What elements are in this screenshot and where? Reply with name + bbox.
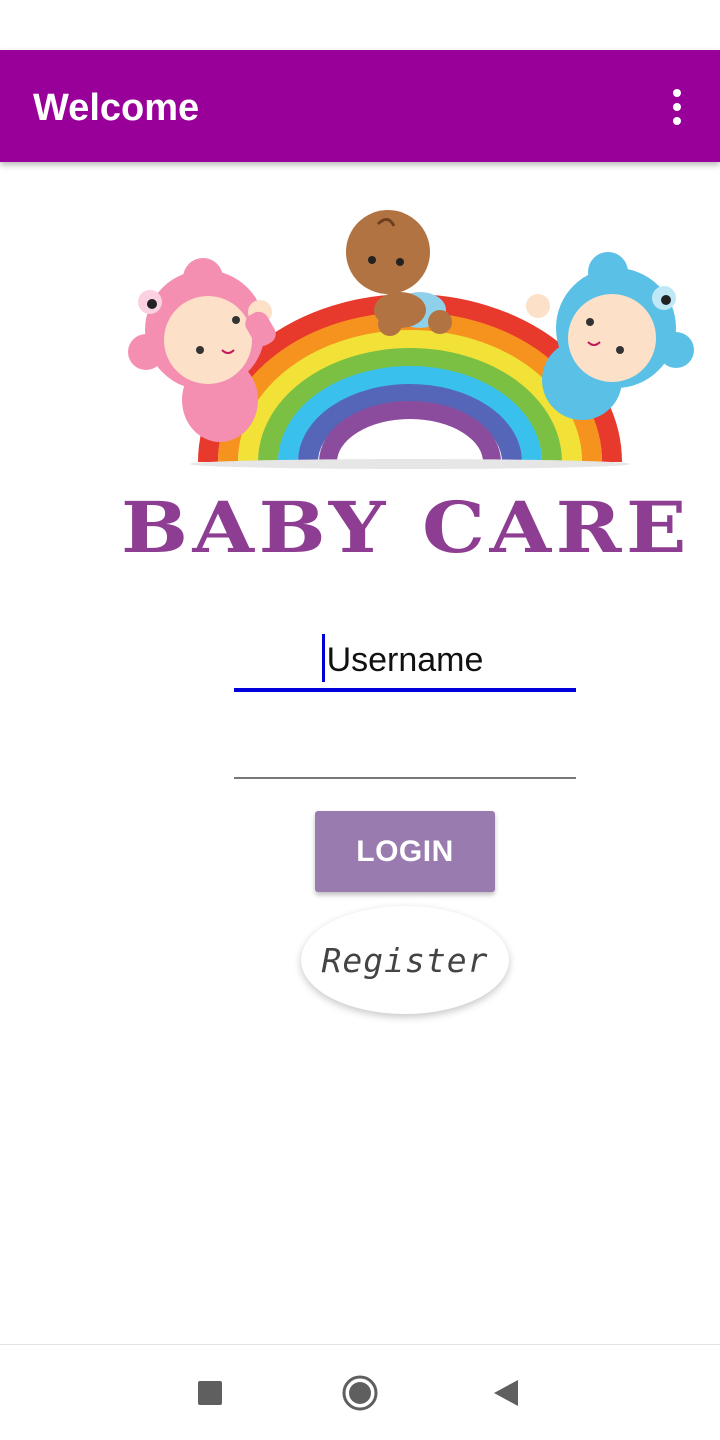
blue-baby-illustration	[526, 252, 694, 420]
babies-rainbow-illustration: BABY CARE	[121, 210, 694, 569]
circle-icon	[342, 1375, 378, 1411]
logo-text: BABY CARE	[121, 486, 691, 569]
square-icon	[198, 1381, 222, 1405]
password-field[interactable]	[234, 724, 576, 779]
status-bar	[0, 0, 720, 50]
login-button[interactable]: LOGIN	[315, 811, 495, 892]
register-button[interactable]: Register	[301, 906, 509, 1014]
app-title: Welcome	[33, 87, 200, 129]
system-navigation-bar	[0, 1344, 720, 1440]
recents-button[interactable]	[170, 1345, 250, 1440]
baby-care-logo: BABY CARE	[110, 200, 700, 570]
username-field[interactable]: Username	[234, 628, 576, 692]
overflow-menu-button[interactable]	[656, 80, 698, 134]
back-button[interactable]	[466, 1345, 546, 1440]
more-vert-icon-dot	[673, 103, 681, 111]
home-button[interactable]	[320, 1345, 400, 1440]
more-vert-icon-dot	[673, 117, 681, 125]
app-bar: Welcome	[0, 50, 720, 162]
triangle-back-icon	[494, 1380, 518, 1406]
username-input[interactable]: Username	[234, 640, 576, 680]
more-vert-icon	[673, 89, 681, 97]
